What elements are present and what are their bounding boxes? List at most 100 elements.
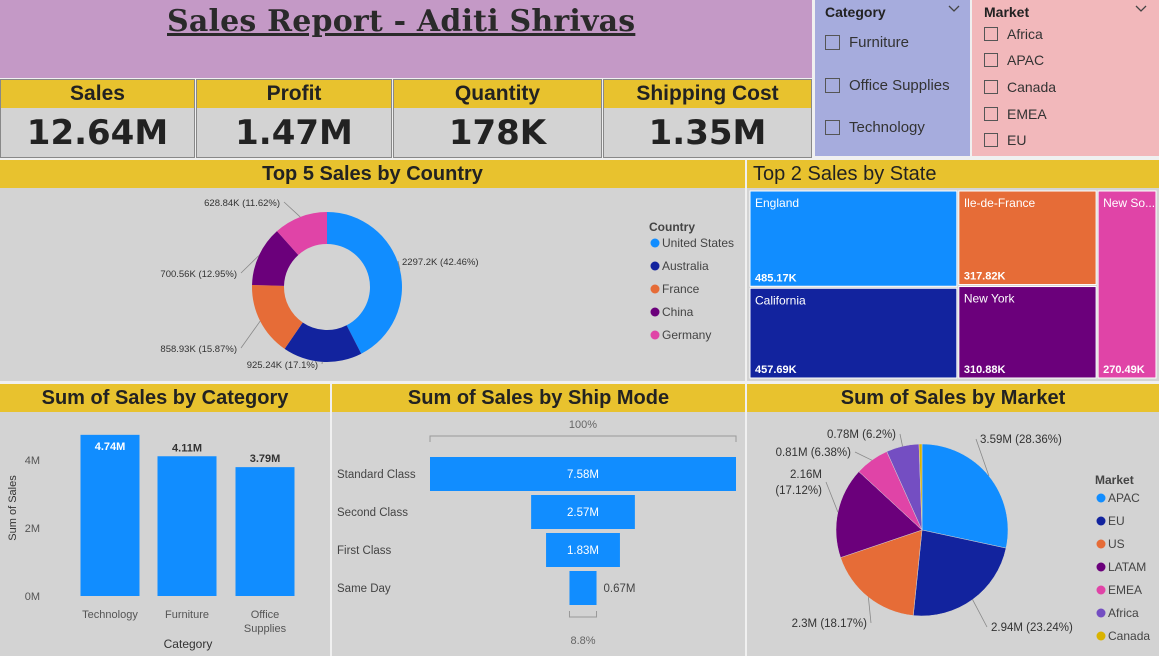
bar-chart: 0M 2M 4M Sum of Sales Category 4.74M Technolog… bbox=[7, 434, 295, 651]
legend-item: China bbox=[662, 305, 694, 319]
treemap-chart: England 485.17K California 457.69K Ile-de-Fr… bbox=[749, 190, 1157, 379]
funnel-bottom-bracket bbox=[568, 611, 598, 618]
slicer-option-eu[interactable]: EU bbox=[984, 132, 1026, 148]
slicer-option-office-supplies[interactable]: Office Supplies bbox=[825, 77, 950, 94]
checkbox[interactable] bbox=[825, 120, 840, 135]
pie-data-label: 3.59M (28.36%) bbox=[980, 434, 1062, 446]
legend-marker bbox=[650, 261, 660, 271]
y-tick-label: 4M bbox=[25, 455, 40, 467]
legend-item: France bbox=[662, 282, 700, 296]
leader-line bbox=[283, 201, 301, 218]
leader-line bbox=[972, 599, 988, 628]
funnel-data-label: 2.57M bbox=[567, 507, 599, 519]
treemap-cell-name: New York bbox=[964, 292, 1016, 306]
country-donut-panel: Top 5 Sales by Country 2297.2K (42.46%) 9… bbox=[0, 160, 745, 381]
leader-line bbox=[825, 481, 839, 513]
legend-title: Market bbox=[1095, 473, 1134, 487]
legend-marker bbox=[650, 307, 660, 317]
slicer-option-emea[interactable]: EMEA bbox=[984, 106, 1047, 122]
kpi-label: Profit bbox=[197, 80, 391, 108]
shipmode-funnel-panel: Sum of Sales by Ship Mode 100% Standard C… bbox=[332, 384, 745, 656]
funnel-category-label: Standard Class bbox=[337, 469, 416, 481]
kpi-card-sales[interactable]: Sales 12.64M bbox=[0, 79, 195, 158]
treemap-cell-value: 270.49K bbox=[1103, 364, 1145, 376]
chevron-down-icon[interactable] bbox=[948, 3, 960, 17]
checkbox[interactable] bbox=[825, 35, 840, 50]
slicer-option-canada[interactable]: Canada bbox=[984, 79, 1056, 95]
funnel-category-label: First Class bbox=[337, 545, 392, 557]
funnel-chart: 100% Standard Class 7.58M Second Class 2.57M… bbox=[337, 419, 737, 647]
kpi-card-shipping-cost[interactable]: Shipping Cost 1.35M bbox=[603, 79, 812, 158]
checkbox[interactable] bbox=[984, 53, 998, 67]
legend-item: Australia bbox=[662, 259, 709, 273]
funnel-bottom-percent: 8.8% bbox=[570, 635, 595, 647]
donut-chart: 2297.2K (42.46%) 925.24K (17.1%) 858.93K (… bbox=[160, 198, 734, 371]
pie-data-label: 0.78M (6.2%) bbox=[827, 429, 896, 441]
slicer-option-apac[interactable]: APAC bbox=[984, 52, 1044, 68]
checkbox[interactable] bbox=[984, 27, 998, 41]
funnel-top-percent: 100% bbox=[569, 419, 597, 431]
pie-data-label: 0.81M (6.38%) bbox=[776, 447, 852, 459]
bar bbox=[235, 467, 295, 596]
legend-marker bbox=[1096, 562, 1106, 572]
slicer-title: Market bbox=[984, 4, 1030, 20]
checkbox[interactable] bbox=[984, 80, 998, 94]
data-label: 858.93K (15.87%) bbox=[160, 344, 237, 355]
funnel-category-label: Same Day bbox=[337, 583, 391, 595]
checkbox[interactable] bbox=[984, 133, 998, 147]
leader-line bbox=[899, 433, 903, 447]
treemap-cell-name: New So... bbox=[1103, 196, 1155, 210]
x-tick-label: Technology bbox=[82, 609, 138, 621]
legend-title: Country bbox=[649, 220, 695, 234]
bar-data-label: 4.74M bbox=[95, 441, 126, 453]
title-bar: Sales Report - Aditi Shrivas bbox=[0, 0, 812, 78]
legend-marker bbox=[1096, 493, 1106, 503]
data-label: 925.24K (17.1%) bbox=[247, 360, 318, 371]
data-label: 700.56K (12.95%) bbox=[160, 269, 237, 280]
market-slicer[interactable]: Market Africa APAC Canada EMEA EU bbox=[972, 0, 1159, 156]
checkbox[interactable] bbox=[825, 78, 840, 93]
category-slicer[interactable]: Category Furniture Office Supplies Techn… bbox=[815, 0, 970, 156]
funnel-top-bracket bbox=[429, 435, 737, 442]
y-tick-label: 2M bbox=[25, 523, 40, 535]
pie-data-label: (17.12%) bbox=[775, 485, 822, 497]
kpi-label: Sales bbox=[1, 80, 194, 108]
slicer-option-furniture[interactable]: Furniture bbox=[825, 34, 909, 51]
y-tick-label: 0M bbox=[25, 591, 40, 603]
panel-title: Sum of Sales by Ship Mode bbox=[332, 384, 745, 412]
panel-title: Sum of Sales by Market bbox=[747, 384, 1159, 412]
kpi-value: 1.47M bbox=[235, 113, 353, 153]
kpi-card-profit[interactable]: Profit 1.47M bbox=[196, 79, 392, 158]
checkbox[interactable] bbox=[984, 107, 998, 121]
legend-marker bbox=[1096, 516, 1106, 526]
slicer-title: Category bbox=[825, 4, 886, 20]
leader-line bbox=[240, 320, 261, 349]
market-pie-panel: Sum of Sales by Market 3.59M (28.36%) 2.9… bbox=[747, 384, 1159, 656]
treemap-cell-name: California bbox=[755, 293, 806, 307]
kpi-label: Quantity bbox=[394, 80, 601, 108]
legend-item: US bbox=[1108, 537, 1125, 551]
treemap-cell-name: England bbox=[755, 196, 799, 210]
panel-title: Sum of Sales by Category bbox=[0, 384, 330, 412]
bar-data-label: 4.11M bbox=[172, 442, 202, 454]
state-treemap-panel: Top 2 Sales by State England 485.17K Calif… bbox=[747, 160, 1159, 381]
chevron-down-icon[interactable] bbox=[1135, 3, 1147, 17]
data-label: 628.84K (11.62%) bbox=[204, 198, 280, 209]
panel-title: Top 5 Sales by Country bbox=[0, 160, 745, 188]
leader-line bbox=[854, 451, 872, 461]
legend-item: Africa bbox=[1108, 606, 1139, 620]
panel-title: Top 2 Sales by State bbox=[747, 160, 1159, 188]
bar bbox=[157, 456, 217, 596]
kpi-value: 12.64M bbox=[26, 113, 169, 153]
bar-data-label: 3.79M bbox=[250, 453, 281, 465]
funnel-bar bbox=[569, 571, 597, 605]
treemap-cell-value: 457.69K bbox=[755, 364, 797, 376]
report-title: Sales Report - Aditi Shrivas bbox=[167, 4, 636, 39]
kpi-card-quantity[interactable]: Quantity 178K bbox=[393, 79, 602, 158]
legend-marker bbox=[1096, 631, 1106, 641]
treemap-cell-name: Ile-de-France bbox=[964, 196, 1036, 210]
slicer-option-africa[interactable]: Africa bbox=[984, 26, 1043, 42]
slicer-option-technology[interactable]: Technology bbox=[825, 119, 925, 136]
legend-item: LATAM bbox=[1108, 560, 1146, 574]
legend-item: Canada bbox=[1108, 629, 1150, 643]
